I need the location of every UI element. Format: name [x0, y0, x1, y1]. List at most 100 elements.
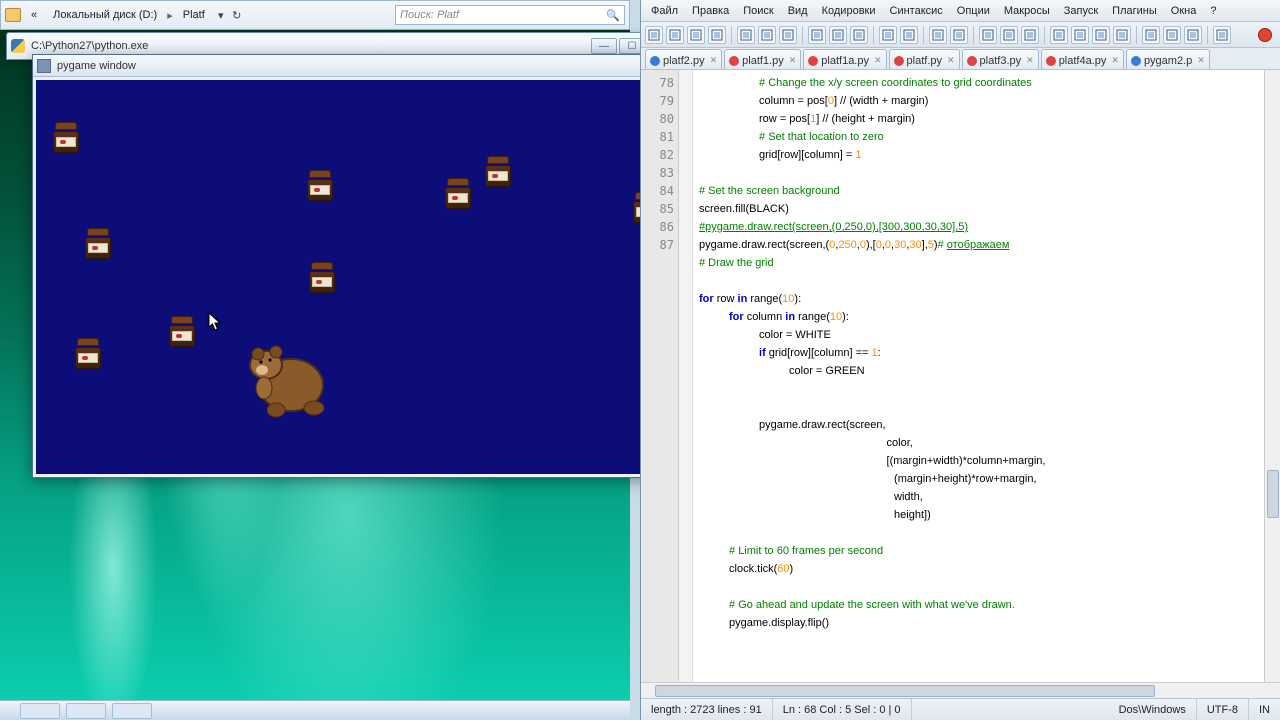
- undo-icon[interactable]: [879, 26, 897, 44]
- scrollbar-thumb[interactable]: [1267, 470, 1279, 518]
- close-all-icon[interactable]: [758, 26, 776, 44]
- monitor-icon[interactable]: [1213, 26, 1231, 44]
- menu-bar[interactable]: ФайлПравкаПоискВидКодировкиСинтаксисОпци…: [641, 0, 1280, 22]
- zoom-out-icon[interactable]: [1000, 26, 1018, 44]
- open-icon[interactable]: [666, 26, 684, 44]
- notepadpp-window: ФайлПравкаПоискВидКодировкиСинтаксисОпци…: [640, 0, 1280, 720]
- file-tab[interactable]: platf1a.py✕: [803, 49, 886, 69]
- file-tab[interactable]: platf4a.py ✕: [1041, 49, 1124, 69]
- pygame-titlebar[interactable]: pygame window — ☐ ✕: [33, 55, 737, 77]
- file-tab[interactable]: platf1.py✕: [724, 49, 801, 69]
- crumb-drive[interactable]: Локальный диск (D:): [47, 7, 163, 23]
- explorer-breadcrumb: « Локальный диск (D:) ▸ Platf ▾ ↻ Поиск:…: [0, 0, 630, 30]
- unsaved-icon: [1046, 56, 1056, 66]
- search-placeholder: Поиск: Platf: [400, 9, 459, 21]
- file-tab[interactable]: platf.py✕: [889, 49, 960, 69]
- search-icon[interactable]: 🔍: [606, 9, 620, 22]
- sync-icon[interactable]: [1021, 26, 1039, 44]
- menu-item[interactable]: Вид: [782, 3, 814, 19]
- jar-sprite: [168, 316, 196, 348]
- tab-close-icon[interactable]: ✕: [947, 55, 955, 66]
- indent-icon[interactable]: [1092, 26, 1110, 44]
- file-tab[interactable]: pygam2.p ✕: [1126, 49, 1210, 69]
- tab-label: platf3.py: [980, 55, 1022, 67]
- copy-icon[interactable]: [829, 26, 847, 44]
- vertical-scrollbar[interactable]: [1264, 70, 1280, 682]
- tab-label: platf2.py: [663, 55, 705, 67]
- unsaved-icon: [894, 56, 904, 66]
- find-icon[interactable]: [929, 26, 947, 44]
- func-list-icon[interactable]: [1163, 26, 1181, 44]
- folder-icon[interactable]: [1184, 26, 1202, 44]
- menu-item[interactable]: Синтаксис: [884, 3, 949, 19]
- save-icon[interactable]: [687, 26, 705, 44]
- record-macro-icon[interactable]: [1258, 28, 1272, 42]
- cut-icon[interactable]: [808, 26, 826, 44]
- wrap-icon[interactable]: [1050, 26, 1068, 44]
- taskbar-item[interactable]: [20, 703, 60, 719]
- new-file-icon[interactable]: [645, 26, 663, 44]
- pygame-title: pygame window: [57, 60, 136, 72]
- editor-area[interactable]: 78 79 80 81 82 83 84 85 86 87 # Change t…: [641, 70, 1280, 682]
- refresh-icon[interactable]: ↻: [231, 9, 243, 21]
- game-canvas[interactable]: [36, 80, 734, 474]
- tab-label: pygam2.p: [1144, 55, 1192, 67]
- tab-close-icon[interactable]: ✕: [1197, 55, 1205, 66]
- save-all-icon[interactable]: [708, 26, 726, 44]
- toolbar[interactable]: [641, 22, 1280, 48]
- console-title: C:\Python27\python.exe: [31, 40, 148, 52]
- crumb-prefix[interactable]: «: [25, 7, 43, 23]
- scrollbar-thumb[interactable]: [655, 685, 1155, 697]
- zoom-in-icon[interactable]: [979, 26, 997, 44]
- tab-label: platf4a.py: [1059, 55, 1107, 67]
- redo-icon[interactable]: [900, 26, 918, 44]
- menu-item[interactable]: Опции: [951, 3, 996, 19]
- taskbar-item[interactable]: [66, 703, 106, 719]
- taskbar[interactable]: [0, 700, 630, 720]
- tab-close-icon[interactable]: ✕: [710, 55, 718, 66]
- guide-icon[interactable]: [1113, 26, 1131, 44]
- tab-close-icon[interactable]: ✕: [789, 55, 797, 66]
- tab-close-icon[interactable]: ✕: [874, 55, 882, 66]
- chevron-right-icon: ▸: [167, 9, 173, 22]
- doc-map-icon[interactable]: [1142, 26, 1160, 44]
- file-tab[interactable]: platf3.py ✕: [962, 49, 1039, 69]
- line-number-gutter: 78 79 80 81 82 83 84 85 86 87: [641, 70, 679, 682]
- pygame-window[interactable]: pygame window — ☐ ✕: [32, 54, 738, 478]
- horizontal-scrollbar[interactable]: [641, 682, 1280, 698]
- unsaved-icon: [967, 56, 977, 66]
- code-content[interactable]: # Change the x/y screen coordinates to g…: [693, 70, 1280, 682]
- unsaved-icon: [729, 56, 739, 66]
- jar-sprite: [84, 228, 112, 260]
- menu-item[interactable]: ?: [1204, 3, 1222, 19]
- status-encoding: UTF-8: [1197, 699, 1249, 720]
- search-input[interactable]: Поиск: Platf 🔍: [395, 5, 625, 25]
- file-tab[interactable]: platf2.py ✕: [645, 49, 722, 69]
- folder-icon: [5, 8, 21, 22]
- taskbar-item[interactable]: [112, 703, 152, 719]
- minimize-button[interactable]: —: [591, 38, 617, 54]
- menu-item[interactable]: Плагины: [1106, 3, 1163, 19]
- menu-item[interactable]: Поиск: [737, 3, 779, 19]
- menu-item[interactable]: Файл: [645, 3, 684, 19]
- menu-item[interactable]: Кодировки: [816, 3, 882, 19]
- menu-item[interactable]: Запуск: [1058, 3, 1104, 19]
- unsaved-icon: [808, 56, 818, 66]
- jar-sprite: [306, 170, 334, 202]
- close-icon[interactable]: [737, 26, 755, 44]
- chevron-down-icon[interactable]: ▾: [215, 9, 227, 21]
- fold-column[interactable]: [679, 70, 693, 682]
- menu-item[interactable]: Окна: [1165, 3, 1203, 19]
- tab-close-icon[interactable]: ✕: [1111, 55, 1119, 66]
- tab-bar[interactable]: platf2.py✕platf1.py✕platf1a.py✕platf.py✕…: [641, 48, 1280, 70]
- tab-close-icon[interactable]: ✕: [1026, 55, 1034, 66]
- jar-sprite: [52, 122, 80, 154]
- status-bar: length : 2723 lines : 91 Ln : 68 Col : 5…: [641, 698, 1280, 720]
- replace-icon[interactable]: [950, 26, 968, 44]
- whitespace-icon[interactable]: [1071, 26, 1089, 44]
- paste-icon[interactable]: [850, 26, 868, 44]
- menu-item[interactable]: Макросы: [998, 3, 1056, 19]
- print-icon[interactable]: [779, 26, 797, 44]
- menu-item[interactable]: Правка: [686, 3, 735, 19]
- crumb-folder[interactable]: Platf: [177, 7, 211, 23]
